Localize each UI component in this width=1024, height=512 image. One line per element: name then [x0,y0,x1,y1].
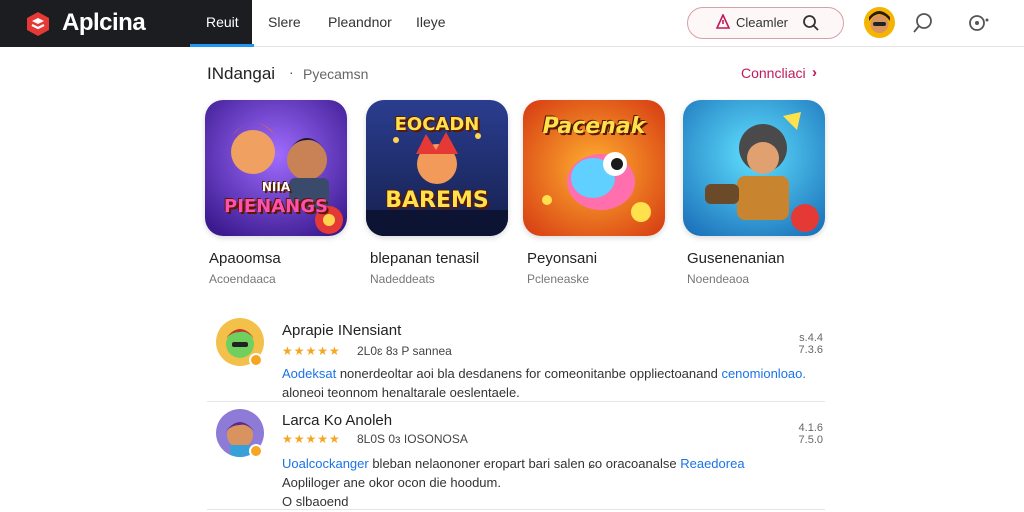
list-item-1-rank-bottom: 7.3.6 [798,344,823,356]
list-item-1-description: Aodeksat nonerdeoltar aoi bla desdanens … [282,364,822,402]
list-item-1[interactable]: Aprapie INensiant ★★★★★ 2L0ɛ 8ɜ P sannea… [207,310,825,402]
list-item-1-desc-link-end[interactable]: cenomionloao. [721,366,806,381]
alert-icon [716,14,730,29]
app-card-3-name: Peyonsani [527,250,598,267]
app-card-2-developer: Nadeddeats [370,272,435,286]
list-item-1-desc-text: nonerdeoltar aoi bla desdanens for comeo… [336,366,722,381]
nav-tab-2[interactable]: Pleandnor [328,14,392,30]
app-card-2-art: EOCADN BAREMS [366,100,508,236]
see-all-link[interactable]: Conncliaci [741,65,806,81]
app-card-2[interactable]: EOCADN BAREMS blepanan tenasil Nadeddeat… [366,100,508,286]
list-item-1-desc-link-start[interactable]: Aodeksat [282,366,336,381]
app-logo-icon[interactable] [24,10,52,38]
section-title: INdangai [207,64,276,83]
app-card-4-name: Gusenenanian [687,250,785,267]
app-card-4[interactable]: Gusenenanian Noendeaoa [683,100,825,286]
list-item-1-desc-line2: aloneoi teonnom henaltarale oeslentaele. [282,385,520,400]
avatar[interactable] [864,7,895,38]
list-item-2-rank-bottom: 7.5.0 [798,434,823,446]
app-card-4-art [683,100,825,236]
list-item-1-badge-icon [249,353,263,367]
app-card-1-developer: Acoendaaca [209,272,276,286]
app-card-3[interactable]: Pacenak Peyonsani Pcleneaske [523,100,665,286]
app-card-3-art: Pacenak [523,100,665,236]
search-icon[interactable] [802,14,820,32]
list-item-2-desc-link-end[interactable]: Reaedorea [680,456,744,471]
app-card-2-name: blepanan tenasil [370,250,480,267]
list-item-2-desc-line3: O slbaoend [282,494,349,509]
chevron-right-icon[interactable]: › [812,64,817,81]
app-card-1-art-title: PIENANGS [224,196,328,217]
app-card-2-art-top: EOCADN [394,114,480,135]
app-card-1-art-top: NIIA [261,180,291,194]
section-separator: · [289,64,294,80]
list-item-2-description: Uoalcockanger bleban nelaononer eropart … [282,454,822,511]
list-item-2-stars: ★★★★★ [282,432,341,446]
list-item-2-badge-icon [249,444,263,458]
list-item-1-title: Aprapie INensiant [282,322,402,339]
app-name: Aplcina [62,9,146,36]
app-card-1[interactable]: NIIA PIENANGS Apaoomsa Acoendaaca [205,100,347,286]
active-tab-indicator [190,44,254,47]
app-card-2-art-title: BAREMS [385,188,489,213]
list-item-2-rank-top: 4.1.6 [798,422,823,434]
app-card-1-art: NIIA PIENANGS [205,100,347,236]
list-item-1-meta: 2L0ɛ 8ɜ P sannea [357,344,452,358]
search-box[interactable]: Cleamler [687,7,844,39]
list-item-1-rank-top: s.4.4 [799,332,823,344]
nav-tab-1[interactable]: Slere [268,14,301,30]
nav-tab-active-label: Reuit [206,14,239,30]
list-item-2-desc-link-start[interactable]: Uoalcockanger [282,456,369,471]
app-card-3-art-title: Pacenak [542,114,646,139]
app-card-1-name: Apaoomsa [209,250,281,267]
brand-area: Aplcina Reuit [0,0,254,47]
nav-tab-active[interactable]: Reuit [186,0,254,47]
list-item-1-stars: ★★★★★ [282,344,341,358]
list-item-2-desc-text: bleban nelaononer eropart bari salen ɕo … [368,456,681,471]
app-card-3-developer: Pcleneaske [527,272,590,286]
settings-icon[interactable] [966,11,990,35]
list-item-2-title: Larca Ko Anoleh [282,412,393,429]
search-input[interactable]: Cleamler [736,15,788,30]
chat-search-icon[interactable] [911,11,935,35]
section-subtitle: Pyecamsn [303,66,369,82]
nav-tab-3[interactable]: Ileye [416,14,446,30]
app-card-4-developer: Noendeaoa [687,272,750,286]
list-item-2-meta: 8L0S 0ɜ IOSONOSA [357,432,468,446]
list-item-2-desc-line2: Aopliloger ane okor ocon die hoodum. [282,475,501,490]
top-bar: Aplcina Reuit Slere Pleandnor Ileye Clea… [0,0,1024,47]
list-item-2[interactable]: Larca Ko Anoleh ★★★★★ 8L0S 0ɜ IOSONOSA 4… [207,402,825,510]
